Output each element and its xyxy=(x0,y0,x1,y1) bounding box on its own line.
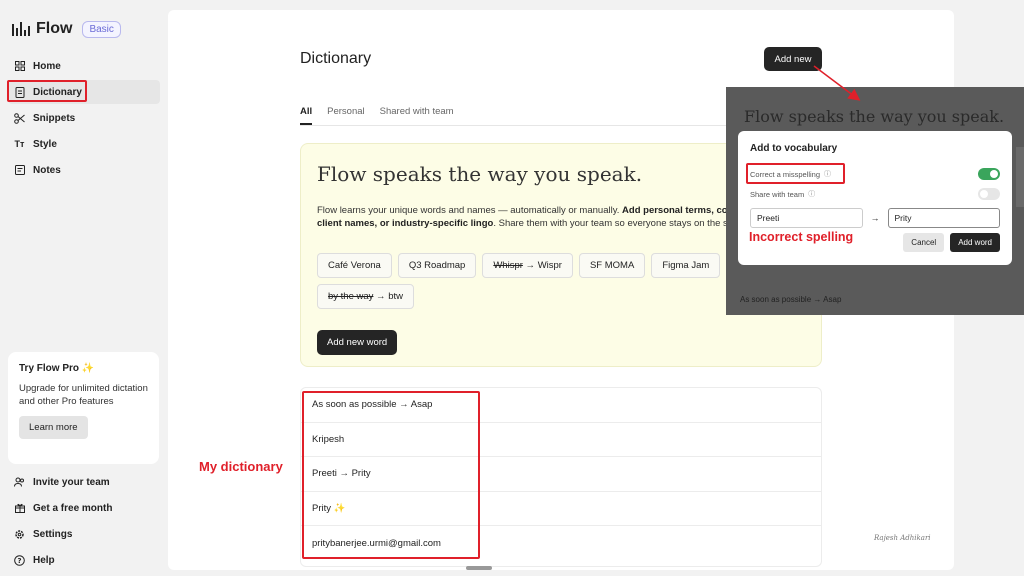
sidebar-item-help[interactable]: ? Help xyxy=(8,548,160,572)
add-new-button[interactable]: Add new xyxy=(764,47,822,71)
sidebar-item-invite-team[interactable]: Invite your team xyxy=(8,470,160,494)
sidebar-item-label: Snippets xyxy=(33,112,76,124)
modal-inputs: Preeti → Prity xyxy=(750,208,1000,228)
grid-icon xyxy=(14,61,25,72)
book-icon xyxy=(14,86,25,98)
sidebar: Flow Basic Home Dictionary Snippets Tт S… xyxy=(0,0,166,576)
example-chip: Whispr → Wispr xyxy=(482,253,573,278)
list-item[interactable]: As soon as possible → Asap xyxy=(301,388,821,423)
misspelling-option: Correct a misspelling ⓘ xyxy=(750,164,1000,184)
gift-icon xyxy=(14,503,25,514)
misspelled-word-input[interactable]: Preeti xyxy=(750,208,863,228)
misspelling-toggle[interactable] xyxy=(978,168,1000,180)
sidebar-item-home[interactable]: Home xyxy=(8,54,160,78)
sidebar-item-label: Home xyxy=(33,60,61,72)
example-chips: Café Verona Q3 Roadmap Whispr → Wispr SF… xyxy=(317,253,737,309)
add-word-button[interactable]: Add word xyxy=(950,233,1000,252)
example-chip: Café Verona xyxy=(317,253,392,278)
tab-all[interactable]: All xyxy=(300,106,313,125)
share-toggle[interactable] xyxy=(978,188,1000,200)
example-chip: SF MOMA xyxy=(578,253,646,278)
list-item[interactable]: Preeti → Prity xyxy=(301,457,821,492)
add-new-word-button[interactable]: Add new word xyxy=(317,330,398,355)
share-label: Share with team xyxy=(750,189,805,199)
sidebar-item-label: Get a free month xyxy=(33,502,113,514)
promo-title: Try Flow Pro ✨ xyxy=(19,363,95,374)
dictionary-list: As soon as possible → Asap Kripesh Preet… xyxy=(300,387,822,567)
overlay-list-item: As soon as possible → Asap xyxy=(740,295,842,304)
scroll-handle[interactable] xyxy=(466,566,492,570)
pro-promo-card: Try Flow Pro ✨ Upgrade for unlimited dic… xyxy=(8,352,159,464)
sidebar-item-style[interactable]: Tт Style xyxy=(8,132,160,156)
sidebar-bottom-nav: Invite your team Get a free month Settin… xyxy=(8,470,160,574)
list-item[interactable]: pritybanerjee.urmi@gmail.com xyxy=(301,526,821,561)
correct-word-input[interactable]: Prity xyxy=(887,208,1000,228)
tab-shared-with-team[interactable]: Shared with team xyxy=(380,106,454,125)
sidebar-item-label: Dictionary xyxy=(33,86,82,98)
note-icon xyxy=(14,165,25,176)
text-style-icon: Tт xyxy=(14,139,25,149)
share-option: Share with team ⓘ xyxy=(750,184,1000,204)
overlay-edge xyxy=(1016,147,1024,207)
add-vocabulary-overlay: Flow speaks the way you speak. Add to vo… xyxy=(726,87,1024,315)
modal-title: Add to vocabulary xyxy=(750,143,838,154)
author-signature: Rajesh Adhikari xyxy=(874,534,931,542)
overlay-hero-title: Flow speaks the way you speak. xyxy=(744,107,1005,126)
incorrect-spelling-annotation: Incorrect spelling xyxy=(749,230,854,244)
arrow-right-icon: → xyxy=(870,213,880,223)
cancel-button[interactable]: Cancel xyxy=(903,233,945,252)
example-chip: Q3 Roadmap xyxy=(397,253,477,278)
users-icon xyxy=(14,477,25,488)
example-chip: Figma Jam xyxy=(651,253,721,278)
svg-text:?: ? xyxy=(17,557,21,565)
sidebar-item-settings[interactable]: Settings xyxy=(8,522,160,546)
info-icon: ⓘ xyxy=(808,191,816,198)
sidebar-item-label: Style xyxy=(33,138,57,150)
gear-icon xyxy=(14,529,25,540)
promo-text: Upgrade for unlimited dictation and othe… xyxy=(19,383,148,407)
list-item[interactable]: Prity ✨ xyxy=(301,492,821,526)
sidebar-item-label: Help xyxy=(33,554,55,566)
add-vocabulary-modal: Add to vocabulary Correct a misspelling … xyxy=(738,131,1012,265)
sidebar-item-label: Invite your team xyxy=(33,476,110,488)
list-item[interactable]: Kripesh xyxy=(301,423,821,457)
sidebar-item-label: Notes xyxy=(33,164,61,176)
example-chip: by the way → btw xyxy=(317,284,414,309)
my-dictionary-annotation: My dictionary xyxy=(199,459,283,474)
misspelling-label: Correct a misspelling xyxy=(750,169,821,179)
brand: Flow Basic xyxy=(12,20,121,38)
learn-more-button[interactable]: Learn more xyxy=(19,416,88,439)
brand-name: Flow xyxy=(36,20,73,37)
help-icon: ? xyxy=(14,554,25,566)
sidebar-item-dictionary[interactable]: Dictionary xyxy=(8,80,160,104)
modal-actions: Cancel Add word xyxy=(903,233,1000,252)
tab-personal[interactable]: Personal xyxy=(327,106,365,125)
plan-badge: Basic xyxy=(82,20,121,38)
sidebar-item-free-month[interactable]: Get a free month xyxy=(8,496,160,520)
sidebar-item-notes[interactable]: Notes xyxy=(8,158,160,182)
sidebar-nav: Home Dictionary Snippets Tт Style Notes xyxy=(8,54,160,184)
page-title: Dictionary xyxy=(300,50,372,67)
flow-logo-icon xyxy=(12,22,30,36)
scissors-icon xyxy=(14,112,25,124)
sidebar-item-label: Settings xyxy=(33,528,73,540)
info-icon: ⓘ xyxy=(824,171,832,178)
sidebar-item-snippets[interactable]: Snippets xyxy=(8,106,160,130)
